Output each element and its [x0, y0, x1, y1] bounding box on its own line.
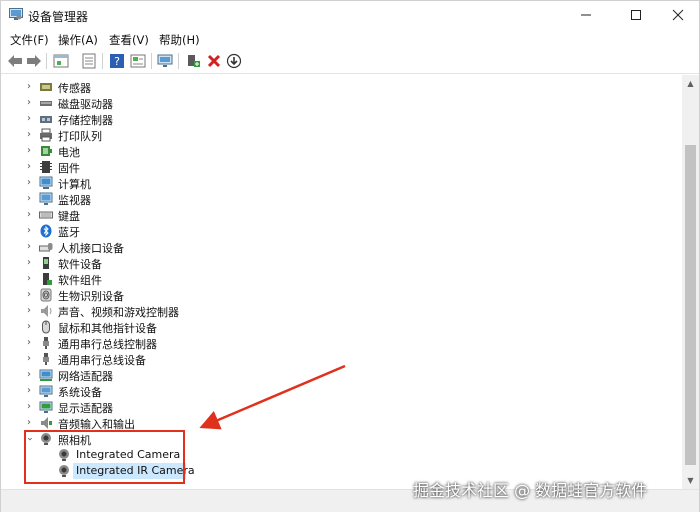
arrow-line [199, 364, 346, 430]
watermark: 掘金技术社区 @ 数据蛙官方软件 [413, 481, 648, 500]
annotation-arrow [199, 364, 346, 430]
